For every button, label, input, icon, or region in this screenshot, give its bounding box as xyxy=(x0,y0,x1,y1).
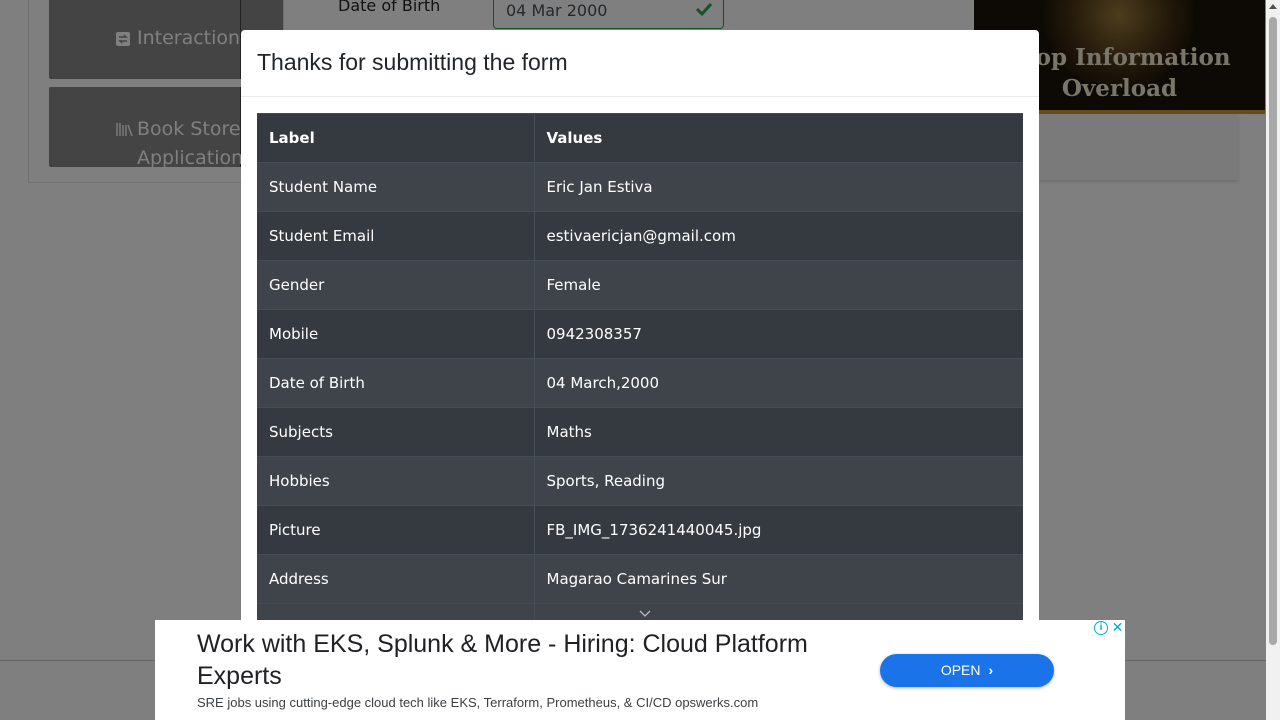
row-label: Student Email xyxy=(257,211,535,261)
table-row: Student Email estivaericjan@gmail.com xyxy=(257,211,1023,261)
row-value: 04 March,2000 xyxy=(534,358,1023,408)
table-row: Subjects Maths xyxy=(257,407,1023,457)
row-label: Date of Birth xyxy=(257,358,535,408)
table-row: Mobile 0942308357 xyxy=(257,309,1023,359)
page-scrollbar[interactable] xyxy=(1266,0,1280,720)
table-row: Address Magarao Camarines Sur xyxy=(257,554,1023,604)
table-header-row: Label Values xyxy=(257,113,1023,163)
table-row: Date of Birth 04 March,2000 xyxy=(257,358,1023,408)
row-value: Eric Jan Estiva xyxy=(534,162,1023,212)
row-value: Female xyxy=(534,260,1023,310)
row-value: estivaericjan@gmail.com xyxy=(534,211,1023,261)
submission-modal: Thanks for submitting the form Label Val… xyxy=(241,30,1039,720)
row-label: Address xyxy=(257,554,535,604)
scroll-up-icon[interactable] xyxy=(1269,4,1277,9)
table-row: Gender Female xyxy=(257,260,1023,310)
row-value: Maths xyxy=(534,407,1023,457)
table-row: Student Name Eric Jan Estiva xyxy=(257,162,1023,212)
ad-open-button[interactable]: OPEN › xyxy=(880,654,1054,687)
column-header-label: Label xyxy=(257,113,535,163)
ad-headline[interactable]: Work with EKS, Splunk & More - Hiring: C… xyxy=(197,628,817,692)
modal-header: Thanks for submitting the form xyxy=(241,30,1039,97)
ad-close-icon[interactable]: ✕ xyxy=(1110,620,1125,635)
row-label: Mobile xyxy=(257,309,535,359)
column-header-values: Values xyxy=(534,113,1023,163)
chevron-down-icon xyxy=(639,610,650,617)
ad-subtext: SRE jobs using cutting-edge cloud tech l… xyxy=(197,695,759,710)
row-label: Picture xyxy=(257,505,535,555)
submission-table: Label Values Student Name Eric Jan Estiv… xyxy=(257,113,1023,624)
ad-open-label: OPEN xyxy=(940,662,981,678)
row-label: Student Name xyxy=(257,162,535,212)
chevron-right-icon: › xyxy=(988,662,994,678)
row-label: Subjects xyxy=(257,407,535,457)
modal-title: Thanks for submitting the form xyxy=(257,49,568,75)
table-row: Hobbies Sports, Reading xyxy=(257,456,1023,506)
row-label: Hobbies xyxy=(257,456,535,506)
row-value: Sports, Reading xyxy=(534,456,1023,506)
ad-info-icon[interactable]: i xyxy=(1094,621,1108,635)
row-value: FB_IMG_1736241440045.jpg xyxy=(534,505,1023,555)
bottom-ad-banner[interactable]: Work with EKS, Splunk & More - Hiring: C… xyxy=(155,620,1125,720)
scrollbar-thumb[interactable] xyxy=(1269,17,1277,645)
row-value: Magarao Camarines Sur xyxy=(534,554,1023,604)
row-label: Gender xyxy=(257,260,535,310)
table-row: Picture FB_IMG_1736241440045.jpg xyxy=(257,505,1023,555)
row-value: 0942308357 xyxy=(534,309,1023,359)
